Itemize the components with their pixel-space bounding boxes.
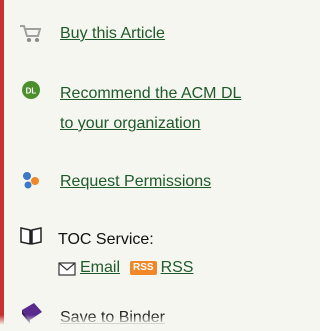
envelope-icon bbox=[58, 262, 76, 276]
recommend-dl-link[interactable]: Recommend the ACM DL bbox=[60, 82, 241, 106]
svg-text:DL: DL bbox=[26, 87, 37, 96]
request-permissions-link[interactable]: Request Permissions bbox=[60, 170, 211, 194]
molecules-icon bbox=[18, 168, 44, 194]
book-icon bbox=[18, 222, 44, 248]
bottom-fade bbox=[0, 315, 294, 325]
toc-service-label: TOC Service: bbox=[58, 231, 154, 248]
dl-badge-icon: DL bbox=[18, 78, 44, 104]
toc-email-link[interactable]: Email bbox=[80, 256, 120, 280]
toc-subscription-row: Email RSS RSS bbox=[58, 256, 193, 280]
sidebar-accent-rule bbox=[0, 0, 4, 325]
sidebar-item-toc: TOC Service: Email RSS RSS bbox=[18, 222, 193, 280]
sidebar-item-recommend[interactable]: DL Recommend the ACM DL to your organiza… bbox=[18, 78, 241, 136]
recommend-dl-link-line2[interactable]: to your organization bbox=[60, 112, 241, 136]
sidebar-item-permissions[interactable]: Request Permissions bbox=[18, 168, 211, 194]
buy-article-link[interactable]: Buy this Article bbox=[60, 22, 165, 46]
cart-icon bbox=[18, 20, 44, 46]
toc-rss-link[interactable]: RSS bbox=[161, 256, 194, 280]
sidebar-item-buy[interactable]: Buy this Article bbox=[18, 20, 165, 46]
rss-feed-icon: RSS bbox=[130, 261, 157, 275]
